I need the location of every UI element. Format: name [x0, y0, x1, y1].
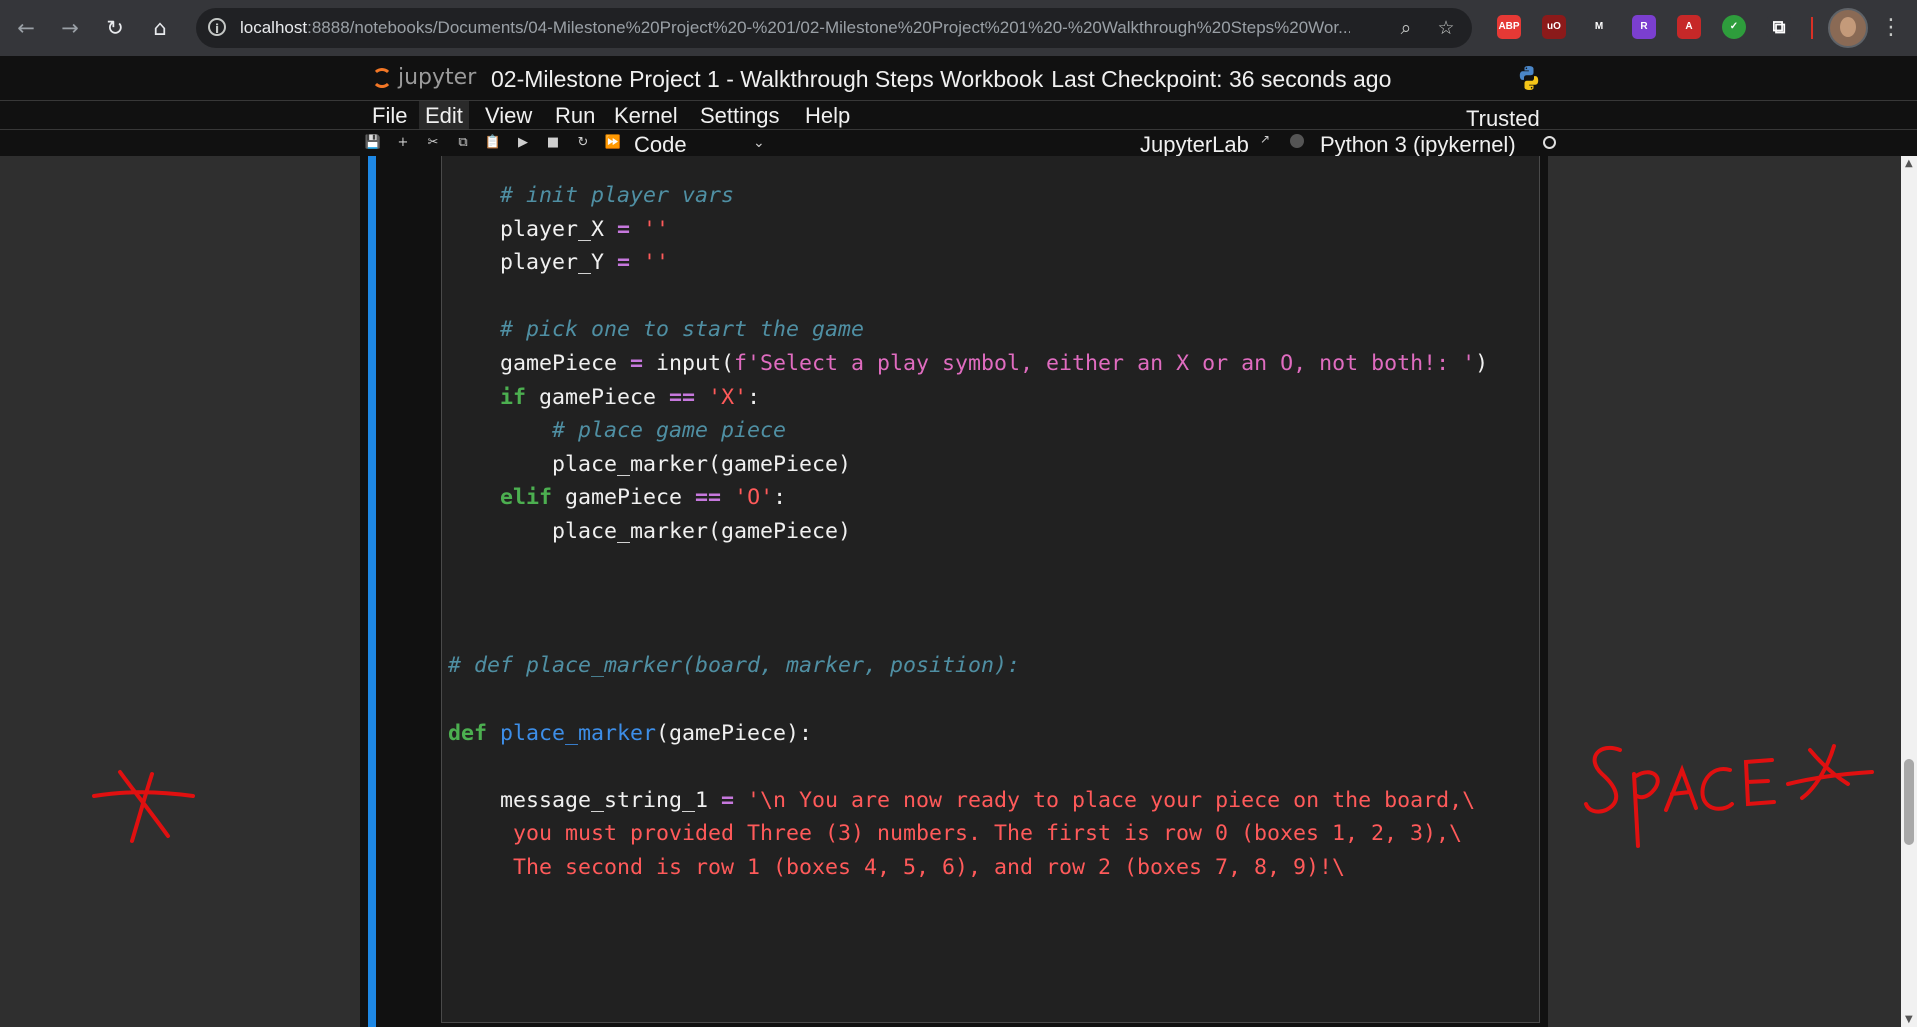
code-line[interactable]: place_marker(gamePiece): [448, 515, 1488, 549]
handwritten-space-note: [1584, 744, 1874, 848]
checkpoint-status: Last Checkpoint: 36 seconds ago: [1051, 66, 1392, 92]
browser-toolbar: ← → ↻ ⌂ i localhost:8888/notebooks/Docum…: [0, 0, 1917, 56]
url-path: :8888/notebooks/Documents/04-Milestone%2…: [307, 18, 1350, 37]
code-line[interactable]: message_string_1 = '\n You are now ready…: [448, 784, 1488, 818]
site-info-icon[interactable]: i: [208, 18, 226, 36]
code-line[interactable]: elif gamePiece == 'O':: [448, 481, 1488, 515]
toolbar-divider: [1811, 17, 1813, 39]
address-bar[interactable]: i localhost:8888/notebooks/Documents/04-…: [196, 8, 1472, 48]
jupyter-logo-icon: [372, 68, 392, 88]
extensions-puzzle-icon[interactable]: ⧉: [1767, 15, 1791, 39]
reload-icon[interactable]: ↻: [101, 14, 129, 42]
profile-avatar[interactable]: [1828, 8, 1868, 48]
code-line[interactable]: The second is row 1 (boxes 4, 5, 6), and…: [448, 851, 1488, 885]
menu-edit[interactable]: Edit: [419, 101, 469, 129]
kernel-settings-icon[interactable]: [1290, 134, 1304, 148]
back-arrow-icon[interactable]: ←: [12, 14, 40, 42]
code-line[interactable]: place_marker(gamePiece): [448, 448, 1488, 482]
notebook-toolbar: 💾 + ✂ ⧉ 📋 ▶ ■ ↻ ⏩ Code ⌄ JupyterLab ↗ Py…: [0, 130, 1917, 157]
python-logo-icon: [1519, 66, 1539, 90]
vertical-scrollbar[interactable]: ▲ ▼: [1901, 156, 1917, 1027]
r-extension-icon[interactable]: R: [1632, 15, 1656, 39]
menu-kernel[interactable]: Kernel: [608, 101, 684, 129]
avatar-face: [1840, 17, 1856, 37]
paste-icon[interactable]: 📋: [484, 134, 502, 152]
chevron-down-icon[interactable]: ⌄: [753, 132, 765, 154]
jupyter-logo[interactable]: jupyter: [372, 64, 482, 94]
browser-menu-icon[interactable]: ⋮: [1880, 14, 1902, 42]
menu-view[interactable]: View: [479, 101, 538, 129]
kernel-status-icon: [1543, 136, 1556, 149]
notebook-area: # init player vars player_X = '' player_…: [0, 156, 1901, 1027]
jupyter-logo-text: jupyter: [398, 65, 477, 90]
code-line[interactable]: [448, 582, 1488, 616]
notebook-title[interactable]: 02-Milestone Project 1 - Walkthrough Ste…: [491, 66, 1043, 92]
code-line[interactable]: [448, 280, 1488, 314]
active-cell-indicator: [368, 156, 376, 1027]
jupyter-header: jupyter 02-Milestone Project 1 - Walkthr…: [0, 56, 1917, 100]
menu-settings[interactable]: Settings: [694, 101, 786, 129]
copy-icon[interactable]: ⧉: [454, 134, 472, 152]
handwritten-asterisk: [92, 770, 195, 843]
adobe-acrobat-icon[interactable]: A: [1677, 15, 1701, 39]
code-line[interactable]: def place_marker(gamePiece):: [448, 717, 1488, 751]
external-link-icon: ↗: [1260, 132, 1271, 146]
code-editor[interactable]: # init player vars player_X = '' player_…: [441, 156, 1540, 1023]
menu-help[interactable]: Help: [799, 101, 856, 129]
home-icon[interactable]: ⌂: [146, 14, 174, 42]
code-cell[interactable]: # init player vars player_X = '' player_…: [360, 156, 1548, 1027]
code-line[interactable]: player_X = '': [448, 213, 1488, 247]
code-line[interactable]: [448, 750, 1488, 784]
trusted-indicator[interactable]: Trusted: [1466, 106, 1540, 132]
menu-file[interactable]: File: [366, 101, 413, 129]
scrollbar-thumb[interactable]: [1904, 759, 1914, 845]
insert-cell-icon[interactable]: +: [394, 134, 412, 152]
forward-arrow-icon[interactable]: →: [56, 14, 84, 42]
stop-icon[interactable]: ■: [544, 134, 562, 152]
restart-kernel-icon[interactable]: ↻: [574, 134, 592, 152]
code-line[interactable]: you must provided Three (3) numbers. The…: [448, 817, 1488, 851]
bookmark-star-icon[interactable]: ☆: [1434, 16, 1458, 40]
save-icon[interactable]: 💾: [364, 134, 382, 152]
malwarebytes-icon[interactable]: M: [1587, 15, 1611, 39]
adblock-plus-icon[interactable]: ABP: [1497, 15, 1521, 39]
menu-run[interactable]: Run: [549, 101, 601, 129]
code-line[interactable]: # def place_marker(board, marker, positi…: [448, 649, 1488, 683]
code-line[interactable]: [448, 616, 1488, 650]
scroll-down-icon[interactable]: ▼: [1905, 1014, 1913, 1025]
code-content[interactable]: # init player vars player_X = '' player_…: [448, 179, 1488, 884]
url-text[interactable]: localhost:8888/notebooks/Documents/04-Mi…: [240, 18, 1350, 38]
zoom-icon[interactable]: ⌕: [1394, 16, 1418, 40]
code-line[interactable]: # init player vars: [448, 179, 1488, 213]
code-line[interactable]: # place game piece: [448, 414, 1488, 448]
code-line[interactable]: [448, 683, 1488, 717]
check-extension-icon[interactable]: ✓: [1722, 15, 1746, 39]
cut-icon[interactable]: ✂: [424, 134, 442, 152]
url-host: localhost: [240, 18, 308, 37]
scroll-up-icon[interactable]: ▲: [1905, 158, 1913, 169]
notebook-title-area[interactable]: 02-Milestone Project 1 - Walkthrough Ste…: [491, 65, 1391, 93]
ublock-origin-icon[interactable]: uO: [1542, 15, 1566, 39]
code-line[interactable]: [448, 549, 1488, 583]
code-line[interactable]: if gamePiece == 'X':: [448, 381, 1488, 415]
code-line[interactable]: gamePiece = input(f'Select a play symbol…: [448, 347, 1488, 381]
restart-run-all-icon[interactable]: ⏩: [604, 134, 622, 152]
code-line[interactable]: # pick one to start the game: [448, 313, 1488, 347]
menu-bar: File Edit View Run Kernel Settings Help …: [0, 100, 1917, 132]
run-icon[interactable]: ▶: [514, 134, 532, 152]
code-line[interactable]: player_Y = '': [448, 246, 1488, 280]
